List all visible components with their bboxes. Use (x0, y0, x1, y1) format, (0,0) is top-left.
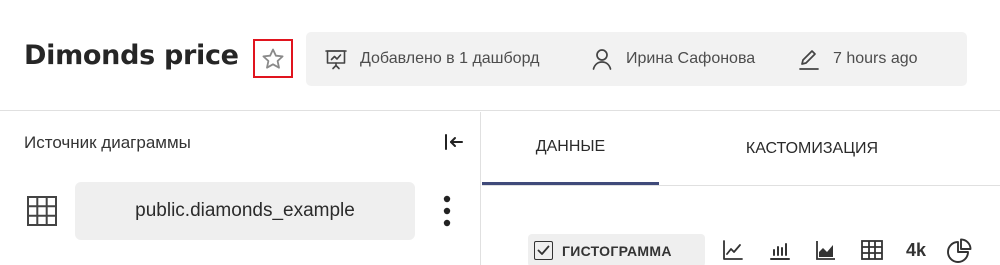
chart-header: Dimonds price Добавлено в 1 дашборд Ирин… (0, 0, 1000, 111)
line-chart-icon[interactable] (721, 238, 745, 262)
user-icon (592, 49, 612, 70)
chart-meta-bar: Добавлено в 1 дашборд Ирина Сафонова 7 h… (306, 32, 967, 86)
checkmark-icon (534, 241, 553, 260)
tab-customize[interactable]: КАСТОМИЗАЦИЯ (659, 112, 965, 185)
datasource-name: public.diamonds_example (135, 200, 355, 221)
source-panel: Источник диаграммы public.diamonds_examp… (0, 112, 481, 265)
favorite-button[interactable] (253, 39, 293, 78)
collapse-left-icon (445, 134, 463, 150)
author-info: Ирина Сафонова (590, 32, 755, 86)
author-name: Ирина Сафонова (626, 50, 756, 67)
tab-data-label: ДАННЫЕ (535, 138, 606, 155)
chart-type-selector: ГИСТОГРАММА 4k (528, 234, 1000, 265)
edited-time: 7 hours ago (833, 50, 918, 67)
chart-title[interactable]: Dimonds price (24, 40, 239, 71)
star-icon (262, 48, 284, 69)
tab-data[interactable]: ДАННЫЕ (482, 112, 659, 185)
big-number-option[interactable]: 4k (906, 240, 926, 261)
tab-customize-label: КАСТОМИЗАЦИЯ (745, 139, 879, 157)
kebab-menu-icon (443, 195, 451, 227)
dashboards-label: Добавлено в 1 дашборд (360, 50, 540, 67)
chart-type-histogram-label: ГИСТОГРАММА (562, 242, 672, 259)
presentation-icon (325, 50, 347, 70)
datasource-menu-button[interactable] (437, 194, 457, 228)
table-grid-icon (27, 196, 57, 226)
edited-info: 7 hours ago (797, 32, 918, 86)
collapse-panel-button[interactable] (443, 132, 465, 152)
chart-config-panel: ДАННЫЕ КАСТОМИЗАЦИЯ ГИСТОГРАММА 4k (482, 112, 1000, 265)
dashboards-info[interactable]: Добавлено в 1 дашборд (324, 32, 539, 86)
pie-chart-icon[interactable] (946, 238, 972, 264)
source-panel-title: Источник диаграммы (24, 133, 191, 152)
table-icon[interactable] (860, 238, 884, 262)
chart-type-histogram[interactable]: ГИСТОГРАММА (528, 234, 705, 265)
tabs-divider (482, 185, 1000, 186)
datasource-selector[interactable]: public.diamonds_example (75, 182, 415, 240)
bar-chart-icon[interactable] (768, 238, 792, 262)
pencil-icon (799, 50, 819, 70)
area-chart-icon[interactable] (814, 238, 838, 262)
